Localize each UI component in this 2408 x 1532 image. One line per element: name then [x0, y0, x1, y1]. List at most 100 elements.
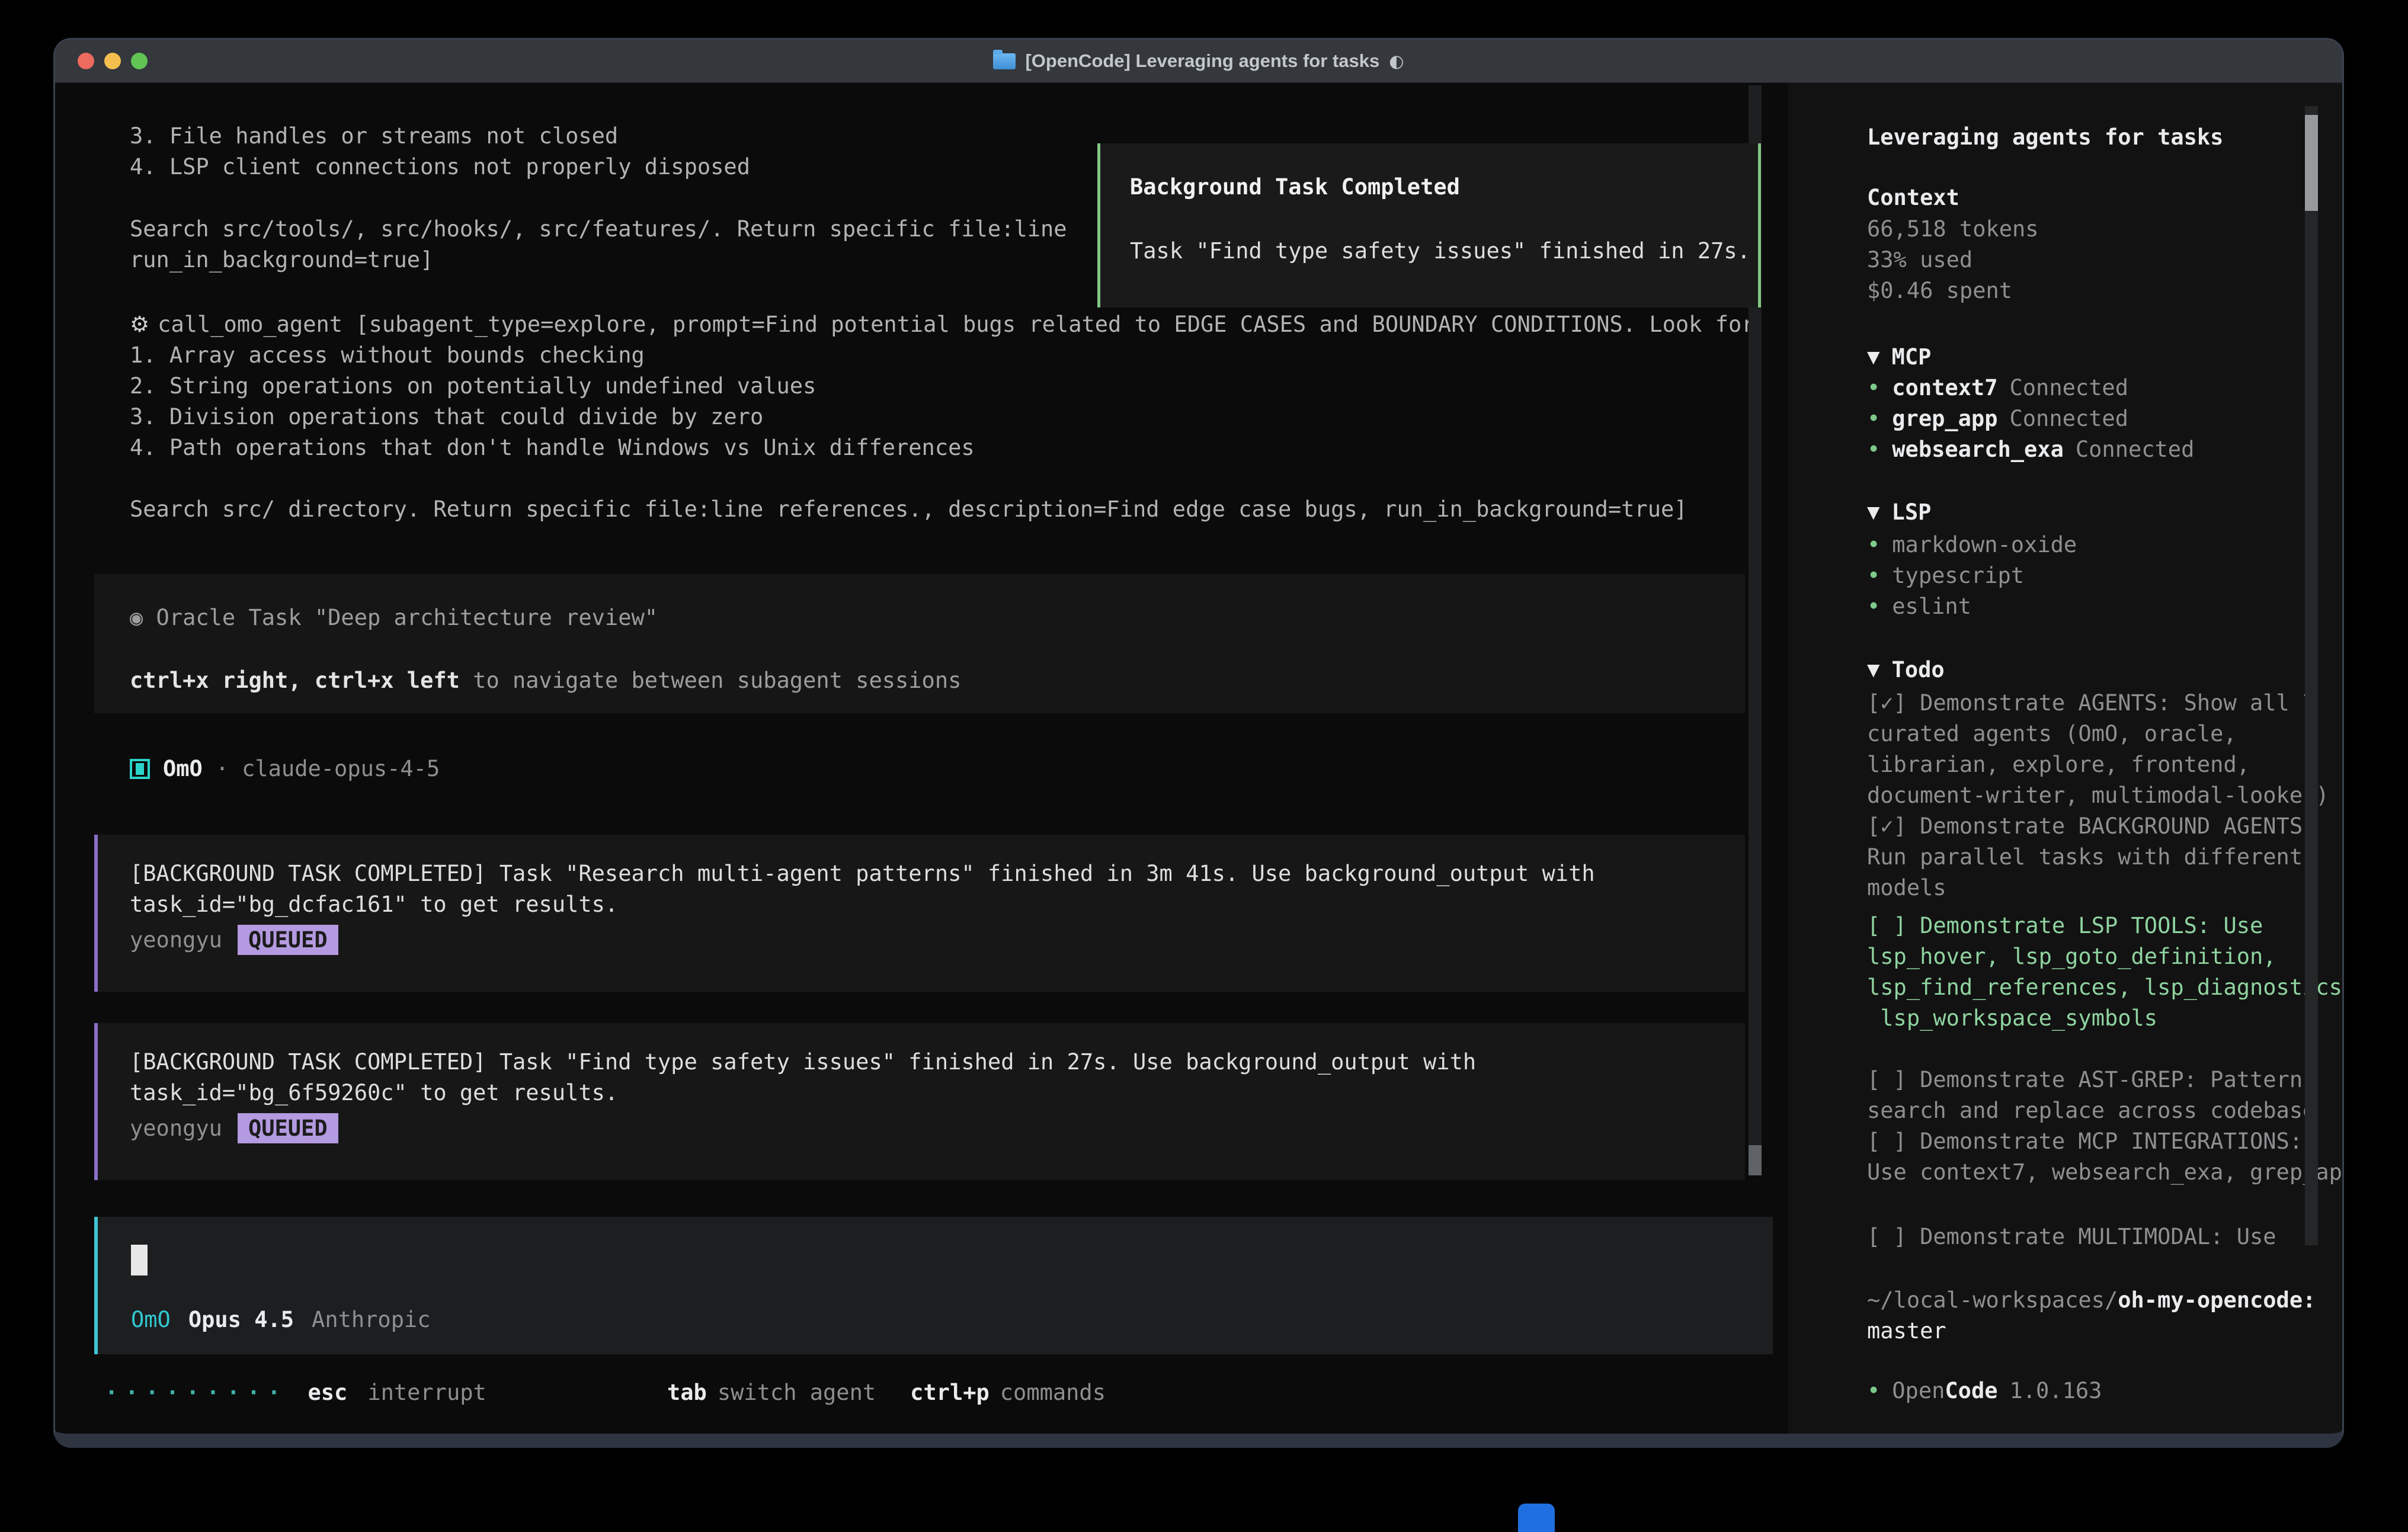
oracle-task-label: Oracle Task "Deep architecture review" — [143, 605, 658, 630]
shortcut-keys: ctrl+x right, ctrl+x left — [130, 668, 460, 693]
dock-app-icon[interactable] — [1518, 1504, 1555, 1532]
context-used: 33% used — [1867, 245, 1972, 275]
toast-title: Background Task Completed — [1130, 174, 1460, 200]
lsp-heading: LSP — [1892, 499, 1932, 525]
mcp-item-name: websearch_exa — [1892, 437, 2064, 462]
status-left: ········· esc interrupt — [105, 1380, 486, 1405]
input-agent-name: OmO — [131, 1307, 171, 1332]
tool-call-line: Search src/ directory. Return specific f… — [130, 494, 1687, 525]
lsp-section-header[interactable]: ▼ LSP — [1867, 499, 1931, 525]
esc-key-hint: esc — [308, 1380, 347, 1405]
agent-name: OmO — [163, 756, 203, 781]
todo-line: [ ] Demonstrate MULTIMODAL: Use — [1867, 1222, 2276, 1252]
bullet-icon: • — [1867, 1378, 1880, 1403]
mcp-item: • context7 Connected — [1867, 375, 2128, 400]
bullet-icon: • — [1867, 594, 1880, 619]
bullet-icon: • — [1867, 406, 1880, 431]
task-message-meta: yeongyu QUEUED — [130, 925, 338, 955]
lsp-item-name: markdown-oxide — [1892, 532, 2077, 557]
agent-header: OmO · claude-opus-4-5 — [130, 756, 440, 781]
chat-pane: 3. File handles or streams not closed 4.… — [55, 83, 1788, 1434]
tool-call-line: 3. Division operations that could divide… — [130, 402, 763, 432]
task-user: yeongyu — [130, 1116, 222, 1141]
window-body: 3. File handles or streams not closed 4.… — [55, 83, 2342, 1434]
tab-key-hint: tab — [667, 1380, 707, 1405]
context-heading: Context — [1867, 182, 1959, 213]
todo-line-active: lsp_find_references, lsp_diagnostics, — [1867, 972, 2344, 1003]
bullet-icon: • — [1867, 563, 1880, 588]
window-title: [OpenCode] Leveraging agents for tasks — [1025, 50, 1379, 72]
text-cursor — [131, 1245, 148, 1275]
prompt-input[interactable]: OmO Opus 4.5 Anthropic — [94, 1217, 1773, 1354]
oracle-task-hint: ctrl+x right, ctrl+x left to navigate be… — [130, 668, 961, 693]
toast-body: Task "Find type safety issues" finished … — [1130, 238, 1750, 264]
chat-scrollbar-thumb[interactable] — [1749, 1145, 1762, 1175]
fisheye-icon: ◉ — [130, 605, 143, 630]
tool-call-line: 1. Array access without bounds checking — [130, 340, 645, 371]
mcp-item-name: grep_app — [1892, 406, 1997, 431]
bullet-icon: • — [1867, 375, 1880, 400]
mcp-item: • grep_app Connected — [1867, 406, 2128, 431]
shortcut-hint: to navigate between subagent sessions — [460, 668, 961, 693]
todo-section-header[interactable]: ▼ Todo — [1867, 657, 1945, 682]
agent-model: claude-opus-4-5 — [242, 756, 440, 781]
app-name: OpenCode — [1892, 1378, 1997, 1403]
version-row: • OpenCode 1.0.163 — [1867, 1378, 2102, 1403]
ctrlp-key-hint: ctrl+p — [910, 1380, 990, 1405]
session-title: Leveraging agents for tasks — [1867, 122, 2223, 153]
input-provider-name: Anthropic — [312, 1307, 430, 1332]
tool-call-line: 4. Path operations that don't handle Win… — [130, 432, 975, 463]
task-message-line: task_id="bg_6f59260c" to get results. — [130, 1080, 618, 1105]
bullet-icon: • — [1867, 437, 1880, 462]
chevron-down-icon: ▼ — [1867, 660, 1880, 680]
gear-icon: ⚙ — [130, 312, 149, 337]
lsp-item-name: typescript — [1892, 563, 2024, 588]
chevron-down-icon: ▼ — [1867, 502, 1880, 522]
tab-key-label: switch agent — [718, 1380, 876, 1405]
sidebar-scrollbar — [2305, 106, 2318, 1245]
screen: [OpenCode] Leveraging agents for tasks ◐… — [0, 0, 2408, 1532]
todo-line: Run parallel tasks with different — [1867, 842, 2303, 873]
chat-line: Search src/tools/, src/hooks/, src/featu… — [130, 214, 1067, 245]
folder-icon — [993, 53, 1016, 69]
lsp-item: • eslint — [1867, 594, 1971, 619]
esc-key-label: interrupt — [367, 1380, 486, 1405]
mcp-item: • websearch_exa Connected — [1867, 437, 2194, 462]
chat-line: 4. LSP client connections not properly d… — [130, 152, 750, 182]
todo-line-active: lsp_hover, lsp_goto_definition, — [1867, 941, 2276, 972]
task-message-line: [BACKGROUND TASK COMPLETED] Task "Find t… — [130, 1049, 1476, 1075]
todo-line-active: lsp_workspace_symbols — [1867, 1003, 2157, 1034]
bullet-icon: • — [1867, 532, 1880, 557]
oracle-task-card[interactable]: ◉ Oracle Task "Deep architecture review"… — [94, 574, 1745, 713]
titlebar: [OpenCode] Leveraging agents for tasks ◐ — [55, 40, 2342, 83]
context-spent: $0.46 spent — [1867, 275, 2012, 306]
todo-line: models — [1867, 873, 1946, 903]
background-task-toast: Background Task Completed Task "Find typ… — [1097, 143, 1761, 307]
todo-line: [ ] Demonstrate MCP INTEGRATIONS: — [1867, 1126, 2303, 1157]
todo-line-active: [ ] Demonstrate LSP TOOLS: Use — [1867, 911, 2263, 941]
ctrlp-key-label: commands — [1000, 1380, 1106, 1405]
half-moon-icon: ◐ — [1389, 51, 1404, 71]
tool-call-text: call_omo_agent [subagent_type=explore, p… — [158, 312, 1754, 337]
status-bar: ········· esc interrupt tab switch agent… — [55, 1380, 1788, 1411]
background-task-message: [BACKGROUND TASK COMPLETED] Task "Resear… — [94, 835, 1745, 992]
task-message-line: [BACKGROUND TASK COMPLETED] Task "Resear… — [130, 861, 1595, 886]
status-badge: QUEUED — [238, 1113, 338, 1143]
oracle-task-title: ◉ Oracle Task "Deep architecture review" — [130, 605, 658, 630]
app-name-dim: Open — [1892, 1378, 1945, 1403]
todo-line: [✓] Demonstrate AGENTS: Show all 7 — [1867, 688, 2316, 719]
mcp-item-status: Connected — [2076, 437, 2194, 462]
opencode-window: [OpenCode] Leveraging agents for tasks ◐… — [53, 38, 2344, 1448]
spinner-dots-icon: ········· — [105, 1380, 287, 1405]
workspace-branch: master — [1867, 1316, 1946, 1347]
todo-line: document-writer, multimodal-looker) — [1867, 780, 2329, 811]
sidebar-scrollbar-thumb[interactable] — [2305, 115, 2318, 211]
mcp-section-header[interactable]: ▼ MCP — [1867, 344, 1931, 370]
chevron-down-icon: ▼ — [1867, 347, 1880, 367]
agent-icon — [130, 759, 150, 779]
sidebar: Leveraging agents for tasks Context 66,5… — [1788, 83, 2342, 1434]
window-title-area: [OpenCode] Leveraging agents for tasks ◐ — [55, 40, 2342, 82]
todo-line: [ ] Demonstrate AST-GREP: Pattern — [1867, 1065, 2303, 1095]
separator-dot: · — [216, 756, 229, 781]
todo-line: [✓] Demonstrate BACKGROUND AGENTS: — [1867, 811, 2316, 842]
